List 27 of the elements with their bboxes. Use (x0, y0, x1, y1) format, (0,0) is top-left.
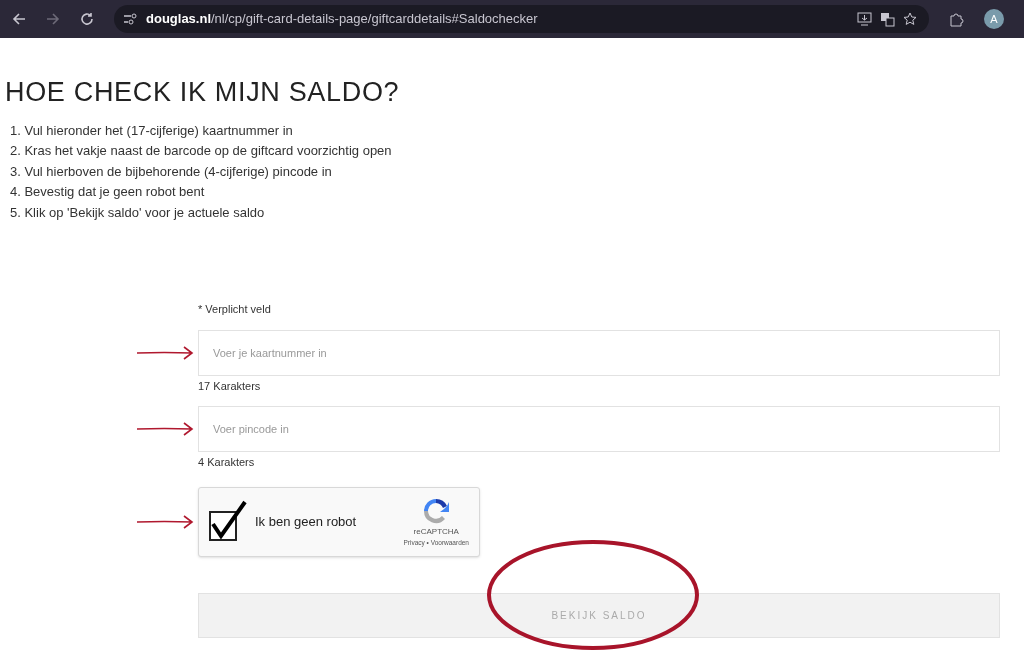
page-heading: HOE CHECK IK MIJN SALDO? (5, 76, 401, 109)
field-hint: 4 Karakters (198, 455, 256, 470)
install-icon[interactable] (857, 12, 872, 26)
field-hint: 17 Karakters (198, 378, 262, 394)
site-settings-icon[interactable] (122, 12, 138, 26)
checkbox[interactable] (207, 499, 247, 544)
captcha-label: Ik ben geen robot (255, 512, 357, 531)
instruction-step: 5. Klik op 'Bekijk saldo' voor je actuele saldo (10, 202, 1024, 223)
instruction-step: 1. Vul hieronder het (17-cijferige) kaartnummer in (10, 120, 1024, 141)
instruction-step: 4. Bevestig dat je geen robot bent (10, 182, 1024, 203)
address-bar[interactable]: douglas.nl/nl/cp/gift-card-details-page/giftcarddetails#Saldochecker (114, 5, 929, 33)
input-field[interactable]: Voer pincode in (198, 406, 1000, 452)
arrow-annotation (136, 345, 194, 360)
instruction-step: 3. Vul hierboven de bijbehorende (4-cijferige) pincode in (10, 161, 1024, 182)
star-icon[interactable] (903, 12, 917, 26)
input-field[interactable]: Voer je kaartnummer in (198, 329, 1000, 376)
required-note: * Verplicht veld (198, 302, 272, 317)
arrow-annotation (136, 422, 194, 436)
url-text: douglas.nl/nl/cp/gift-card-details-page/giftcarddetails#Saldochecker (146, 10, 538, 29)
reload-icon[interactable] (80, 12, 94, 26)
extensions-icon[interactable] (949, 11, 964, 27)
arrow-annotation (136, 514, 194, 529)
recaptcha-brand: reCAPTCHA (413, 525, 459, 538)
back-arrow-icon[interactable] (12, 12, 26, 26)
translate-icon[interactable] (880, 11, 895, 27)
instruction-step: 2. Kras het vakje naast de barcode op de giftcard voorzichtig open (10, 141, 1024, 162)
forward-arrow-icon[interactable] (46, 12, 60, 26)
